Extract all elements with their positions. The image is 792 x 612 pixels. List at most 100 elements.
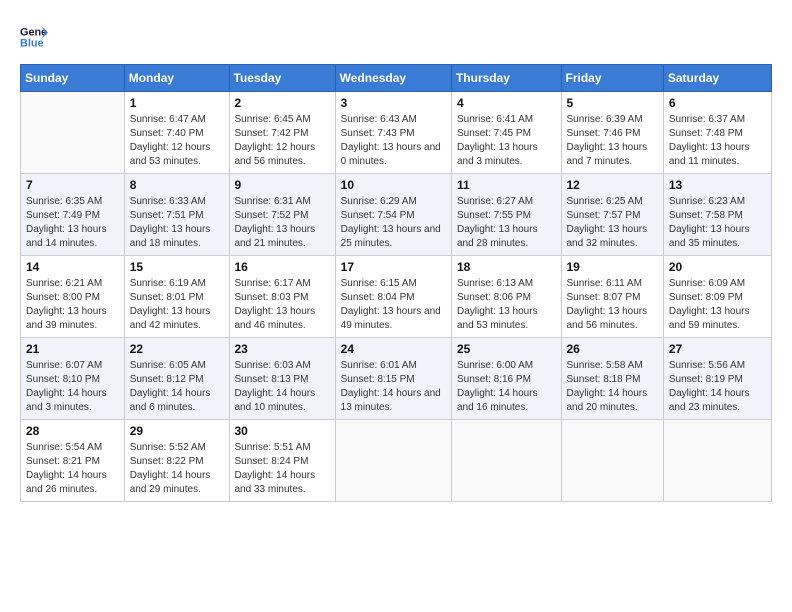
sunrise-text: Sunrise: 6:31 AM <box>235 195 330 209</box>
day-cell <box>335 420 451 502</box>
day-number: 27 <box>669 342 766 356</box>
day-number: 17 <box>341 260 446 274</box>
day-number: 11 <box>457 178 556 192</box>
sunset-text: Sunset: 7:57 PM <box>567 209 658 223</box>
daylight-text: Daylight: 13 hours and 59 minutes. <box>669 305 766 333</box>
sunrise-text: Sunrise: 6:29 AM <box>341 195 446 209</box>
sunrise-text: Sunrise: 6:09 AM <box>669 277 766 291</box>
day-number: 15 <box>130 260 224 274</box>
day-number: 22 <box>130 342 224 356</box>
day-cell: 21 Sunrise: 6:07 AMSunset: 8:10 PMDayligh… <box>21 338 125 420</box>
sunset-text: Sunset: 8:10 PM <box>26 373 119 387</box>
sunset-text: Sunset: 7:51 PM <box>130 209 224 223</box>
daylight-text: Daylight: 13 hours and 3 minutes. <box>457 141 556 169</box>
day-number: 8 <box>130 178 224 192</box>
day-info: Sunrise: 6:35 AMSunset: 7:49 PMDaylight:… <box>26 195 119 251</box>
sunset-text: Sunset: 7:52 PM <box>235 209 330 223</box>
day-number: 4 <box>457 96 556 110</box>
sunrise-text: Sunrise: 6:07 AM <box>26 359 119 373</box>
sunset-text: Sunset: 8:09 PM <box>669 291 766 305</box>
sunset-text: Sunset: 7:42 PM <box>235 127 330 141</box>
day-number: 7 <box>26 178 119 192</box>
day-cell: 6Sunrise: 6:37 AMSunset: 7:48 PMDaylight… <box>663 92 771 174</box>
daylight-text: Daylight: 14 hours and 29 minutes. <box>130 469 224 497</box>
daylight-text: Daylight: 13 hours and 35 minutes. <box>669 223 766 251</box>
day-number: 5 <box>567 96 658 110</box>
day-cell: 28 Sunrise: 5:54 AMSunset: 8:21 PMDayligh… <box>21 420 125 502</box>
day-number: 19 <box>567 260 658 274</box>
day-number: 21 <box>26 342 119 356</box>
col-header-wednesday: Wednesday <box>335 65 451 92</box>
day-cell: 4 Sunrise: 6:41 AMSunset: 7:45 PMDaylight… <box>451 92 561 174</box>
daylight-text: Daylight: 13 hours and 0 minutes. <box>341 141 446 169</box>
day-number: 10 <box>341 178 446 192</box>
day-info: Sunrise: 6:17 AMSunset: 8:03 PMDaylight:… <box>235 277 330 333</box>
day-cell <box>451 420 561 502</box>
day-cell: 7 Sunrise: 6:35 AMSunset: 7:49 PMDaylight… <box>21 174 125 256</box>
day-cell: 15 Sunrise: 6:19 AMSunset: 8:01 PMDayligh… <box>124 256 229 338</box>
day-number: 28 <box>26 424 119 438</box>
sunset-text: Sunset: 8:06 PM <box>457 291 556 305</box>
sunrise-text: Sunrise: 6:05 AM <box>130 359 224 373</box>
sunrise-text: Sunrise: 5:58 AM <box>567 359 658 373</box>
week-row-1: 1Sunrise: 6:47 AMSunset: 7:40 PMDaylight… <box>21 92 772 174</box>
day-info: Sunrise: 6:23 AMSunset: 7:58 PMDaylight:… <box>669 195 766 251</box>
sunrise-text: Sunrise: 5:52 AM <box>130 441 224 455</box>
sunrise-text: Sunrise: 6:23 AM <box>669 195 766 209</box>
day-cell: 16Sunrise: 6:17 AMSunset: 8:03 PMDayligh… <box>229 256 335 338</box>
daylight-text: Daylight: 12 hours and 56 minutes. <box>235 141 330 169</box>
day-info: Sunrise: 6:11 AMSunset: 8:07 PMDaylight:… <box>567 277 658 333</box>
day-cell <box>21 92 125 174</box>
daylight-text: Daylight: 13 hours and 28 minutes. <box>457 223 556 251</box>
sunrise-text: Sunrise: 6:25 AM <box>567 195 658 209</box>
day-number: 2 <box>235 96 330 110</box>
day-info: Sunrise: 6:33 AMSunset: 7:51 PMDaylight:… <box>130 195 224 251</box>
sunrise-text: Sunrise: 6:03 AM <box>235 359 330 373</box>
day-cell: 5Sunrise: 6:39 AMSunset: 7:46 PMDaylight… <box>561 92 663 174</box>
sunset-text: Sunset: 8:03 PM <box>235 291 330 305</box>
sunrise-text: Sunrise: 6:21 AM <box>26 277 119 291</box>
daylight-text: Daylight: 14 hours and 23 minutes. <box>669 387 766 415</box>
daylight-text: Daylight: 14 hours and 3 minutes. <box>26 387 119 415</box>
calendar-table: SundayMondayTuesdayWednesdayThursdayFrid… <box>20 64 772 502</box>
day-info: Sunrise: 5:51 AMSunset: 8:24 PMDaylight:… <box>235 441 330 497</box>
daylight-text: Daylight: 13 hours and 32 minutes. <box>567 223 658 251</box>
sunset-text: Sunset: 7:55 PM <box>457 209 556 223</box>
col-header-sunday: Sunday <box>21 65 125 92</box>
day-number: 9 <box>235 178 330 192</box>
sunset-text: Sunset: 8:15 PM <box>341 373 446 387</box>
sunset-text: Sunset: 8:12 PM <box>130 373 224 387</box>
sunset-text: Sunset: 7:43 PM <box>341 127 446 141</box>
day-number: 13 <box>669 178 766 192</box>
sunset-text: Sunset: 8:07 PM <box>567 291 658 305</box>
day-info: Sunrise: 6:41 AMSunset: 7:45 PMDaylight:… <box>457 113 556 169</box>
day-info: Sunrise: 6:19 AMSunset: 8:01 PMDaylight:… <box>130 277 224 333</box>
daylight-text: Daylight: 14 hours and 26 minutes. <box>26 469 119 497</box>
day-cell: 26Sunrise: 5:58 AMSunset: 8:18 PMDayligh… <box>561 338 663 420</box>
sunrise-text: Sunrise: 6:43 AM <box>341 113 446 127</box>
logo: General Blue <box>20 20 52 48</box>
daylight-text: Daylight: 13 hours and 42 minutes. <box>130 305 224 333</box>
sunrise-text: Sunrise: 5:51 AM <box>235 441 330 455</box>
day-number: 14 <box>26 260 119 274</box>
daylight-text: Daylight: 13 hours and 11 minutes. <box>669 141 766 169</box>
day-info: Sunrise: 6:01 AMSunset: 8:15 PMDaylight:… <box>341 359 446 415</box>
day-number: 26 <box>567 342 658 356</box>
day-cell: 2Sunrise: 6:45 AMSunset: 7:42 PMDaylight… <box>229 92 335 174</box>
day-info: Sunrise: 6:31 AMSunset: 7:52 PMDaylight:… <box>235 195 330 251</box>
day-cell: 14Sunrise: 6:21 AMSunset: 8:00 PMDayligh… <box>21 256 125 338</box>
day-info: Sunrise: 6:43 AMSunset: 7:43 PMDaylight:… <box>341 113 446 169</box>
sunset-text: Sunset: 8:01 PM <box>130 291 224 305</box>
sunset-text: Sunset: 8:04 PM <box>341 291 446 305</box>
day-cell: 27 Sunrise: 5:56 AMSunset: 8:19 PMDayligh… <box>663 338 771 420</box>
day-cell: 22Sunrise: 6:05 AMSunset: 8:12 PMDayligh… <box>124 338 229 420</box>
day-cell <box>663 420 771 502</box>
daylight-text: Daylight: 13 hours and 21 minutes. <box>235 223 330 251</box>
sunrise-text: Sunrise: 6:47 AM <box>130 113 224 127</box>
day-info: Sunrise: 5:56 AMSunset: 8:19 PMDaylight:… <box>669 359 766 415</box>
sunset-text: Sunset: 7:54 PM <box>341 209 446 223</box>
day-info: Sunrise: 5:54 AMSunset: 8:21 PMDaylight:… <box>26 441 119 497</box>
sunrise-text: Sunrise: 6:37 AM <box>669 113 766 127</box>
day-info: Sunrise: 6:27 AMSunset: 7:55 PMDaylight:… <box>457 195 556 251</box>
daylight-text: Daylight: 13 hours and 53 minutes. <box>457 305 556 333</box>
